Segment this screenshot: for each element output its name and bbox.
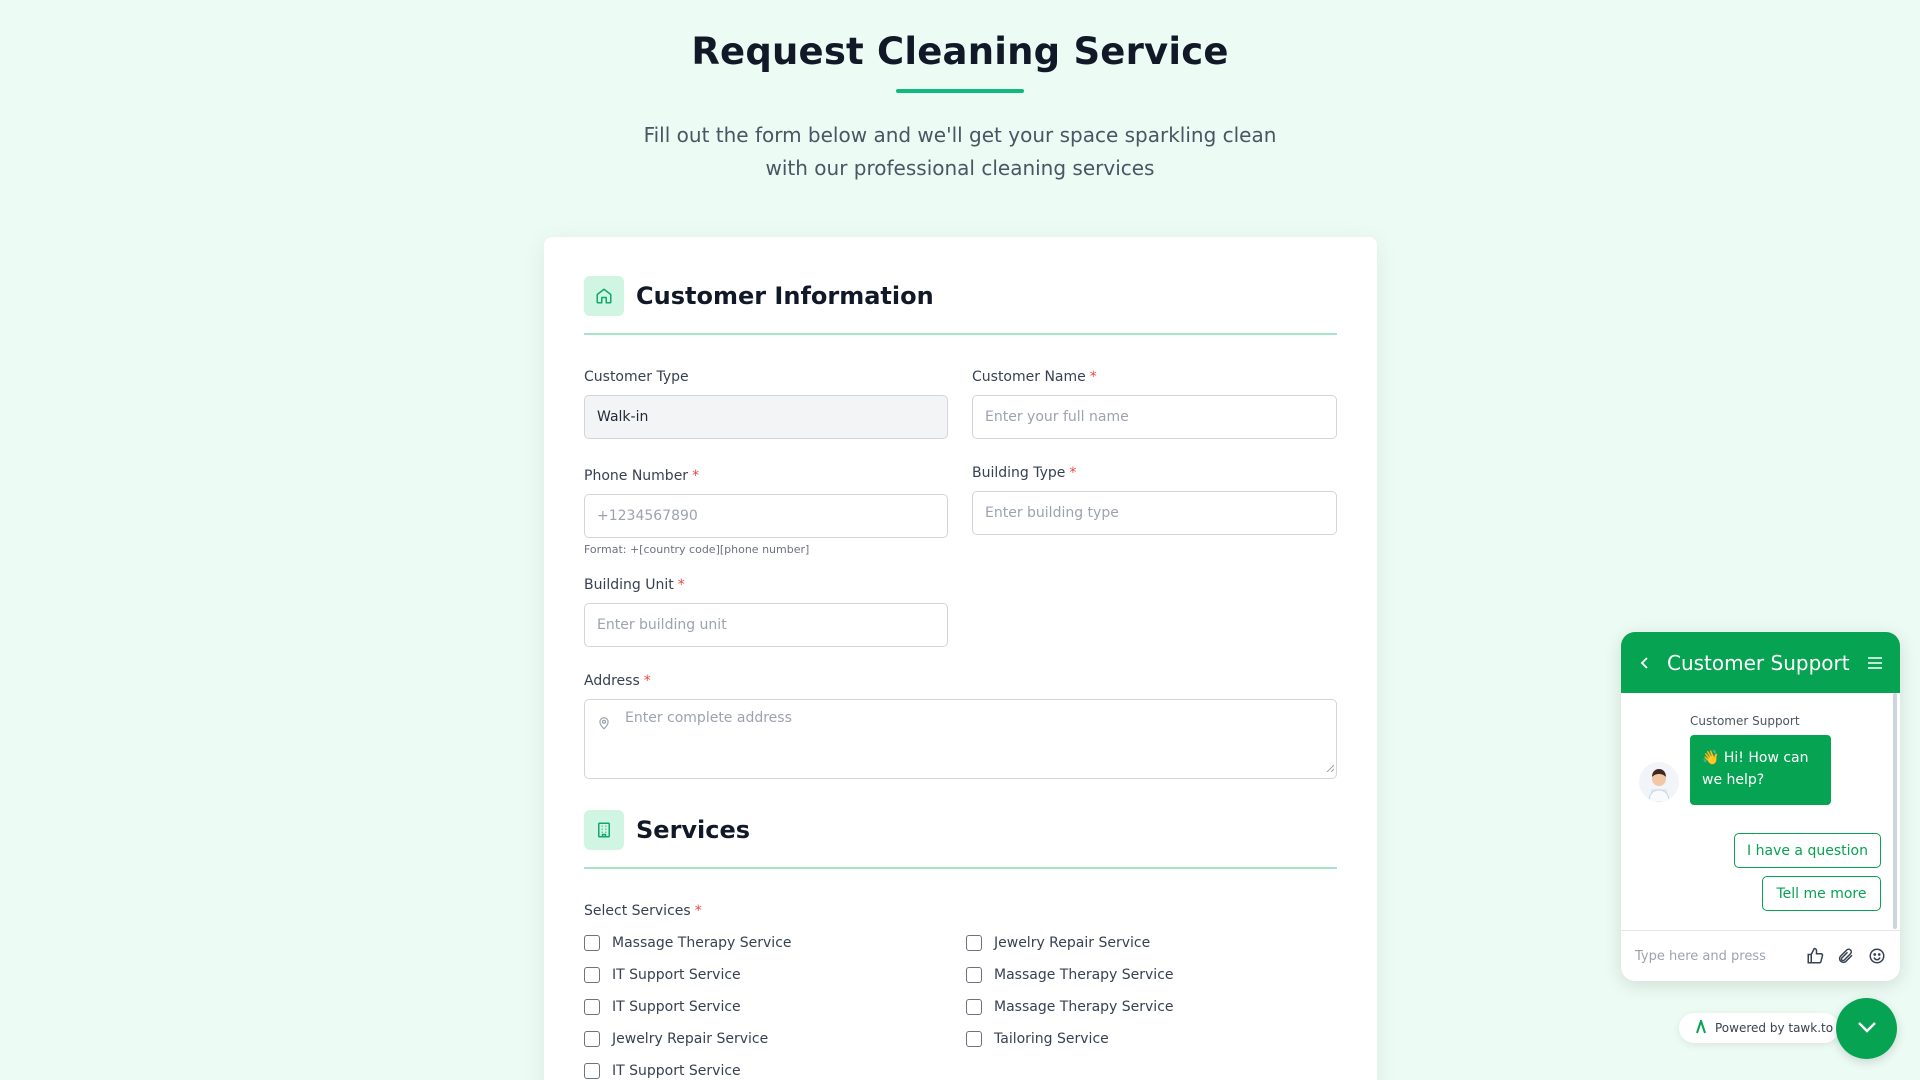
service-option[interactable]: Tailoring Service — [966, 1029, 1109, 1049]
page-title: Request Cleaning Service — [691, 30, 1229, 73]
building-icon — [584, 810, 624, 850]
chat-input-placeholder: Type here and press — [1635, 948, 1766, 964]
tawk-logo-icon — [1695, 1017, 1707, 1037]
chat-scrollbar[interactable] — [1893, 693, 1897, 929]
service-option[interactable]: IT Support Service — [584, 965, 741, 985]
service-option[interactable]: IT Support Service — [584, 1061, 741, 1080]
quick-reply-question[interactable]: I have a question — [1734, 833, 1881, 868]
service-option[interactable]: Massage Therapy Service — [966, 997, 1174, 1017]
title-underline — [896, 89, 1024, 93]
phone-format-hint: Format: +[country code][phone number] — [584, 543, 810, 556]
building-type-input[interactable]: Enter building type — [972, 491, 1337, 535]
checkbox[interactable] — [584, 999, 600, 1015]
building-unit-input[interactable]: Enter building unit — [584, 603, 948, 647]
service-request-form: Customer Information Customer Type Walk-… — [544, 237, 1377, 1080]
address-field: Address * Enter complete address — [584, 671, 1337, 779]
address-placeholder: Enter complete address — [625, 710, 792, 726]
checkbox[interactable] — [584, 1063, 600, 1079]
customer-name-input[interactable]: Enter your full name — [972, 395, 1337, 439]
building-unit-field: Building Unit * Enter building unit — [584, 575, 948, 647]
menu-icon[interactable] — [1866, 655, 1884, 671]
map-pin-icon — [597, 716, 611, 734]
checkbox[interactable] — [966, 935, 982, 951]
customer-info-title: Customer Information — [636, 282, 934, 310]
checkbox[interactable] — [966, 1031, 982, 1047]
agent-avatar — [1639, 762, 1679, 802]
checkbox[interactable] — [966, 967, 982, 983]
services-header: Services — [584, 810, 1337, 869]
chat-header: Customer Support — [1621, 632, 1900, 693]
checkbox[interactable] — [966, 999, 982, 1015]
thumbs-up-icon[interactable] — [1806, 947, 1824, 965]
checkbox[interactable] — [584, 935, 600, 951]
chat-input[interactable]: Type here and press — [1621, 930, 1900, 981]
quick-reply-more[interactable]: Tell me more — [1762, 876, 1881, 911]
service-label: IT Support Service — [612, 999, 741, 1015]
customer-type-field: Customer Type Walk-in — [584, 367, 948, 439]
address-textarea[interactable]: Enter complete address — [584, 699, 1337, 779]
address-label: Address * — [584, 673, 651, 689]
service-label: Massage Therapy Service — [994, 967, 1174, 983]
powered-by-badge[interactable]: Powered by tawk.to — [1679, 1013, 1839, 1043]
customer-name-label: Customer Name * — [972, 369, 1097, 385]
resize-handle-icon[interactable] — [1326, 760, 1335, 776]
powered-by-text: Powered by tawk.to — [1715, 1021, 1834, 1035]
agent-name: Customer Support — [1690, 714, 1800, 728]
services-title: Services — [636, 816, 751, 844]
customer-info-header: Customer Information — [584, 276, 1337, 335]
checkbox[interactable] — [584, 1031, 600, 1047]
service-label: IT Support Service — [612, 967, 741, 983]
service-option[interactable]: IT Support Service — [584, 997, 741, 1017]
checkbox[interactable] — [584, 967, 600, 983]
phone-number-label: Phone Number * — [584, 468, 700, 484]
service-label: Jewelry Repair Service — [612, 1031, 769, 1047]
service-label: IT Support Service — [612, 1063, 741, 1079]
service-label: Jewelry Repair Service — [994, 935, 1151, 951]
service-option[interactable]: Massage Therapy Service — [966, 965, 1174, 985]
phone-number-field: Phone Number * +1234567890 Format: +[coun… — [584, 466, 948, 556]
page-header: Request Cleaning Service Fill out the fo… — [0, 0, 1920, 185]
service-option[interactable]: Jewelry Repair Service — [584, 1029, 768, 1049]
chat-title: Customer Support — [1667, 650, 1850, 675]
chevron-left-icon[interactable] — [1637, 655, 1653, 671]
building-type-field: Building Type * Enter building type — [972, 463, 1337, 535]
chat-launcher-button[interactable] — [1836, 998, 1897, 1059]
phone-number-input[interactable]: +1234567890 — [584, 494, 948, 538]
page-subtitle: Fill out the form below and we'll get yo… — [643, 123, 1277, 180]
home-icon — [584, 276, 624, 316]
select-services-label: Select Services * — [584, 903, 702, 919]
service-option[interactable]: Jewelry Repair Service — [966, 933, 1150, 953]
agent-message: 👋 Hi! How can we help? — [1690, 735, 1831, 805]
service-label: Massage Therapy Service — [612, 935, 792, 951]
customer-type-label: Customer Type — [584, 369, 689, 385]
service-option[interactable]: Massage Therapy Service — [584, 933, 792, 953]
service-label: Massage Therapy Service — [994, 999, 1174, 1015]
building-unit-label: Building Unit * — [584, 577, 685, 593]
building-type-label: Building Type * — [972, 465, 1077, 481]
emoji-icon[interactable] — [1868, 947, 1886, 965]
customer-name-field: Customer Name * Enter your full name — [972, 367, 1337, 439]
service-label: Tailoring Service — [994, 1031, 1109, 1047]
paperclip-icon[interactable] — [1837, 947, 1855, 965]
chevron-down-icon — [1854, 1014, 1880, 1044]
customer-type-input[interactable]: Walk-in — [584, 395, 948, 439]
chat-widget: Customer Support Customer Support 👋 Hi! … — [1621, 632, 1900, 981]
